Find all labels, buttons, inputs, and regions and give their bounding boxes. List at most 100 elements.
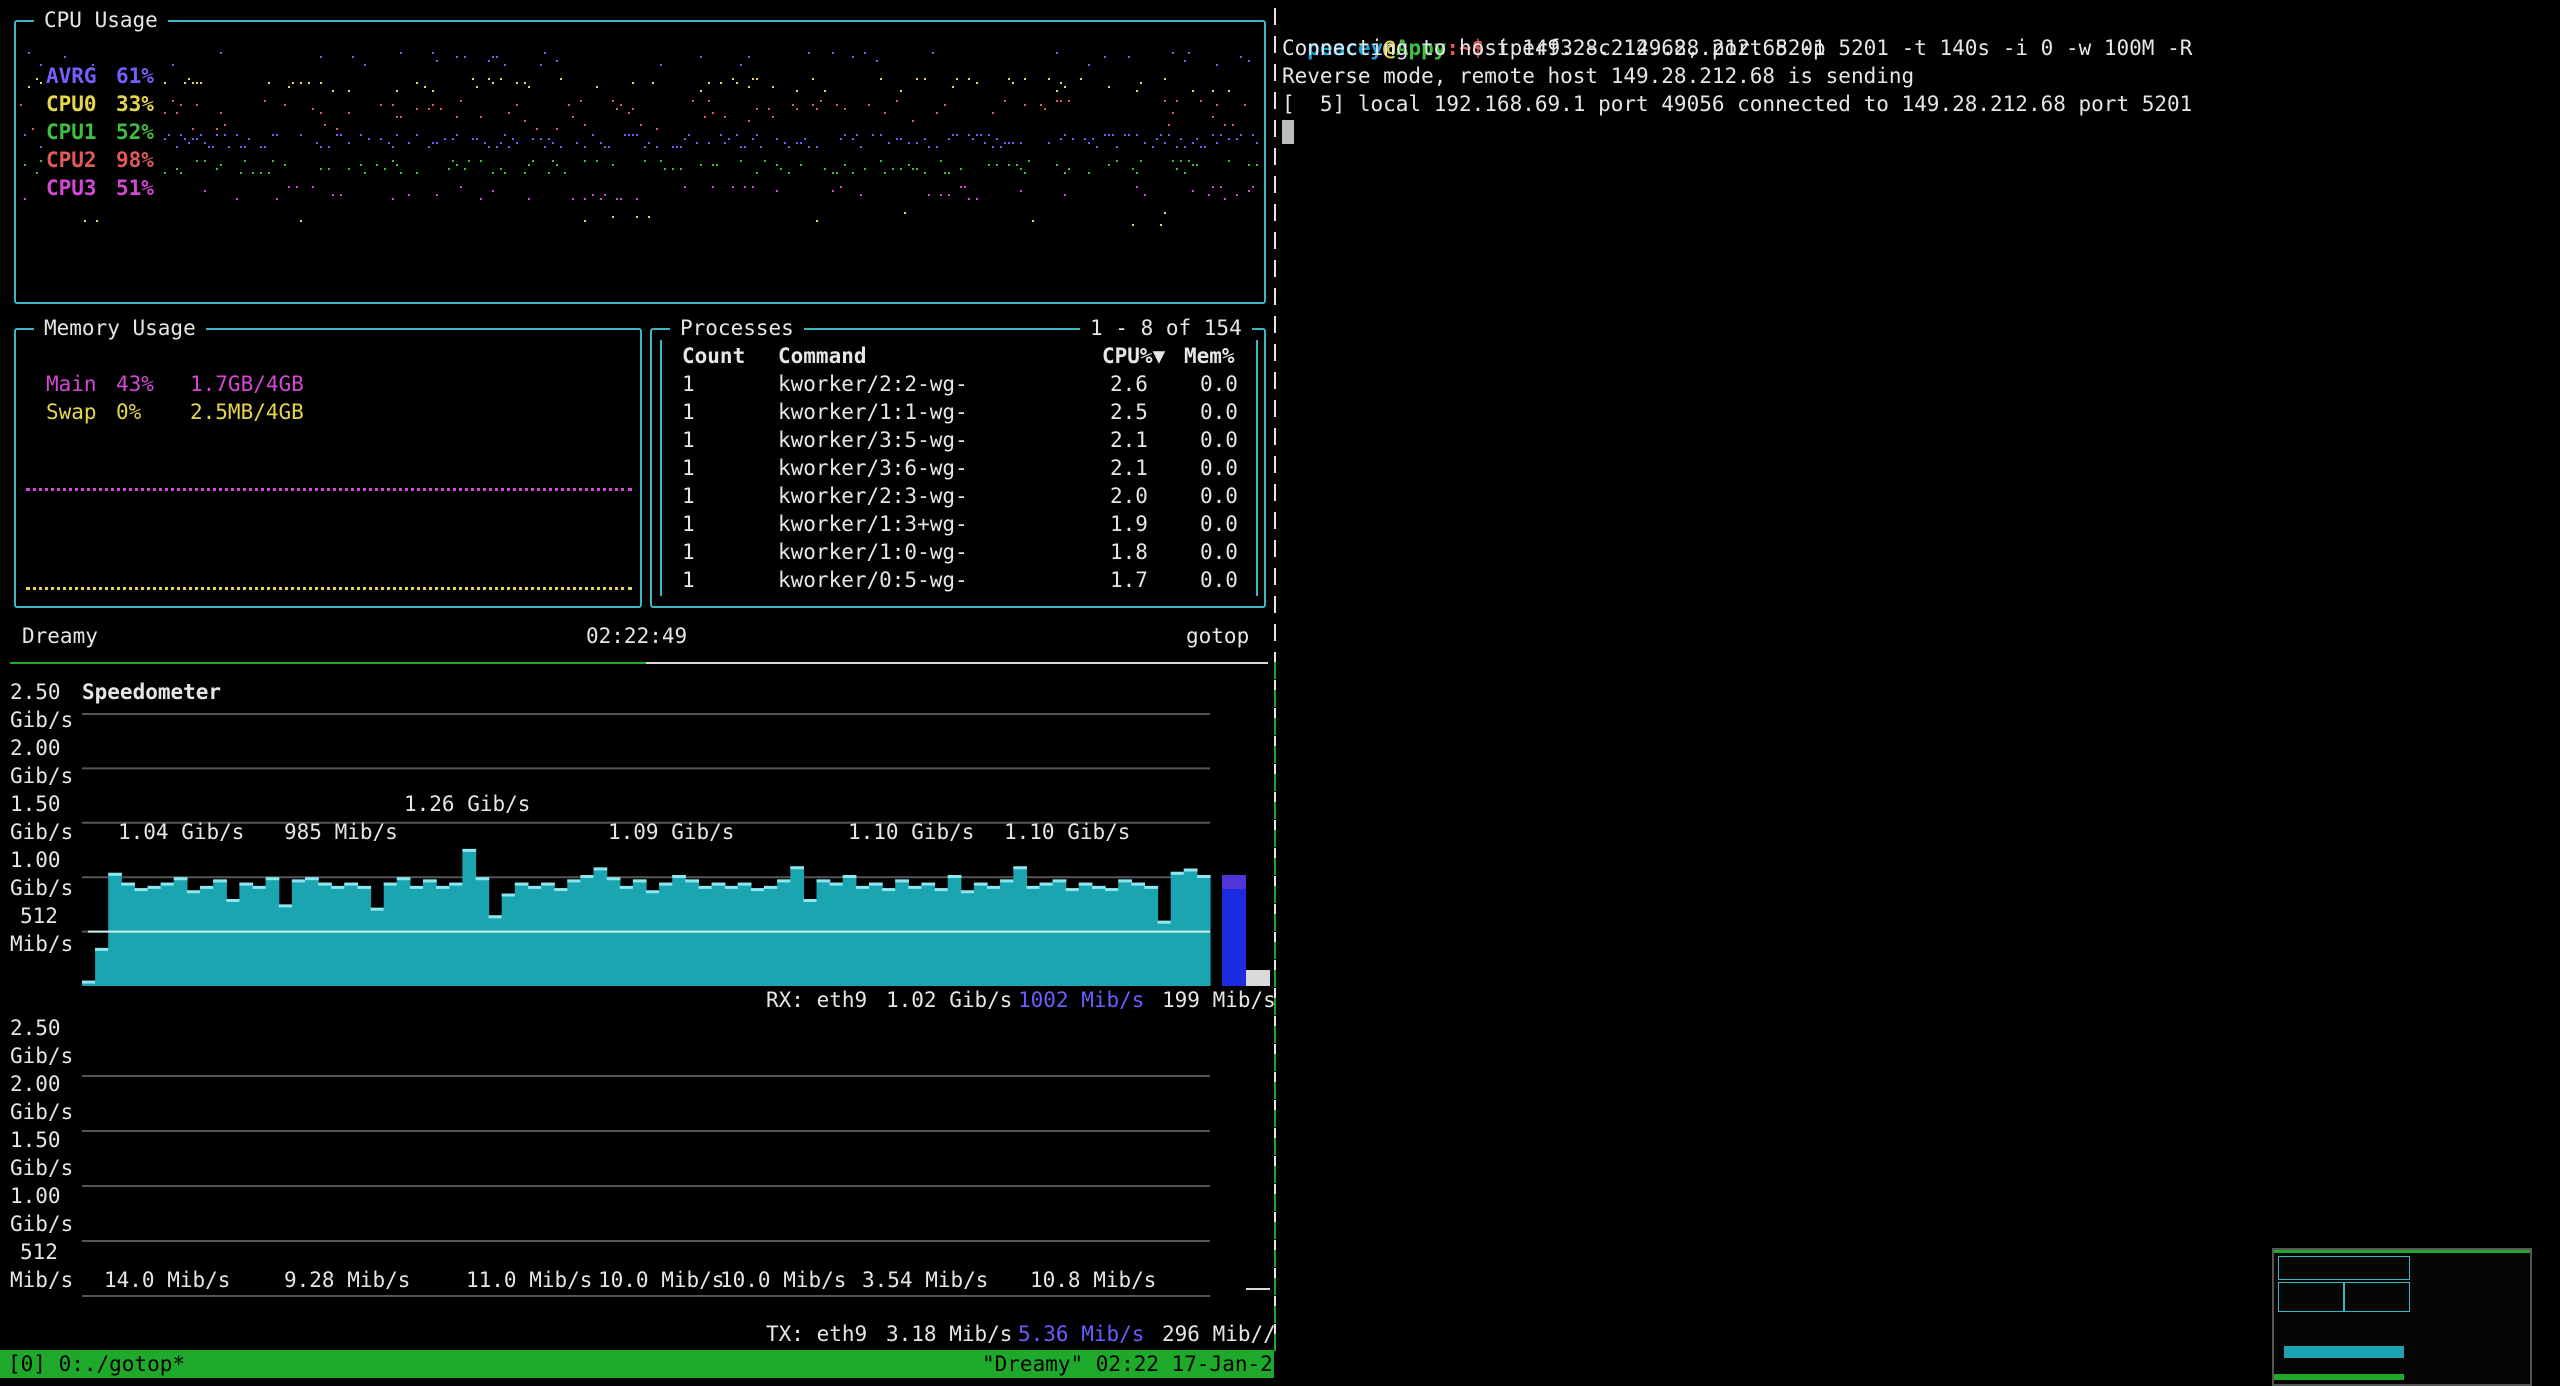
rx-bar xyxy=(1183,868,1198,986)
rx-bar xyxy=(344,882,358,986)
terminal-cursor[interactable] xyxy=(1282,120,1294,144)
rx-bar-cap xyxy=(134,888,149,892)
rx-bar-cap xyxy=(777,879,791,883)
window-thumbnail[interactable] xyxy=(2272,1248,2532,1386)
rx-bar xyxy=(685,879,699,986)
rx-bar-cap xyxy=(488,915,503,919)
rx-bar-cap xyxy=(960,890,975,894)
rx-bar-cap xyxy=(1170,871,1185,875)
rx-bar xyxy=(528,885,542,986)
pane-separator-green xyxy=(1274,662,1276,1352)
tx-peak-label: 11.0 Mib/s xyxy=(466,1268,593,1292)
rx-bar-cap xyxy=(803,899,818,902)
rx-bar-cap xyxy=(973,882,988,886)
rx-bar-cap xyxy=(514,882,529,886)
rx-bar xyxy=(1052,879,1067,986)
tx-peak-label: 10.0 Mib/s xyxy=(720,1268,847,1292)
rx-bar xyxy=(777,879,791,986)
rx-bar-cap xyxy=(528,885,542,889)
rx-bar-cap xyxy=(1000,879,1014,883)
rx-bar xyxy=(790,866,804,986)
rx-bar-cap xyxy=(423,879,437,883)
rx-bar-cap xyxy=(462,848,477,852)
rx-peak-label: 1.09 Gib/s xyxy=(608,820,735,844)
rx-bar xyxy=(318,882,332,986)
rx-bar-cap xyxy=(1065,888,1080,892)
tmux-window-list[interactable]: [0] 0:./gotop* xyxy=(8,1350,185,1378)
rx-bar xyxy=(1092,885,1106,986)
tx-average: 5.36 Mib/s xyxy=(1018,1322,1145,1346)
rx-bar xyxy=(580,875,595,986)
rx-bar-cap xyxy=(672,875,686,878)
rx-bar-cap xyxy=(213,879,227,883)
tx-current: 3.18 Mib/s xyxy=(886,1322,1013,1346)
tx-peak-label: 10.0 Mib/s xyxy=(598,1268,725,1292)
rx-bar xyxy=(619,885,634,986)
rx-bar xyxy=(252,885,267,986)
rx-bar xyxy=(1105,888,1119,986)
rx-iface-label: RX: eth9 xyxy=(766,988,868,1012)
rx-bar xyxy=(908,885,922,986)
rx-bar xyxy=(842,875,857,986)
rx-low-bar xyxy=(1246,970,1270,986)
rx-bar-cap xyxy=(1078,882,1093,886)
rx-bar-cap xyxy=(724,885,739,889)
rx-bar-cap xyxy=(921,882,936,886)
rx-bar xyxy=(409,885,424,986)
rx-bar-cap xyxy=(895,879,909,883)
rx-bar xyxy=(383,882,398,986)
rx-bar xyxy=(711,882,726,986)
rx-bar-cap xyxy=(305,877,319,881)
thumbnail-proc-box xyxy=(2344,1282,2410,1312)
rx-bar xyxy=(462,848,477,986)
rx-bar-cap xyxy=(1131,882,1145,886)
rx-bar xyxy=(750,888,765,986)
rx-bar xyxy=(855,885,870,986)
rx-bar xyxy=(554,888,568,986)
rx-bar-cap xyxy=(95,947,109,951)
rx-avg-bar xyxy=(1222,875,1246,890)
rx-bar xyxy=(147,885,162,986)
rx-bar-cap xyxy=(1183,868,1198,872)
rx-bar-cap xyxy=(239,882,254,886)
rx-bar xyxy=(514,882,529,986)
rx-bar-cap xyxy=(449,882,463,886)
tx-peak-label: 10.8 Mib/s xyxy=(1030,1268,1157,1292)
rx-bar xyxy=(698,885,713,986)
rx-bar xyxy=(541,882,555,986)
rx-bar xyxy=(947,875,962,986)
rx-bar-cap xyxy=(1105,888,1119,892)
rx-bar-cap xyxy=(987,885,1001,889)
rx-bar xyxy=(737,882,752,986)
thumbnail-top-bar xyxy=(2274,1250,2530,1253)
rx-bar-cap xyxy=(1052,879,1067,883)
rx-bar xyxy=(449,882,463,986)
rx-bar-cap xyxy=(200,885,214,889)
rx-bar xyxy=(331,885,345,986)
rx-bar-cap xyxy=(855,885,870,889)
terminal-output-line-3: [ 5] local 192.168.69.1 port 49056 conne… xyxy=(1282,92,2193,116)
rx-bar-cap xyxy=(226,899,240,902)
rx-bar xyxy=(764,885,778,986)
rx-bar xyxy=(1157,920,1172,986)
rx-bar xyxy=(226,899,240,986)
rx-bar-cap xyxy=(632,879,647,883)
rx-bar xyxy=(423,879,437,986)
rx-bar-cap xyxy=(1144,885,1159,889)
rx-bar-cap xyxy=(737,882,752,886)
rx-bar xyxy=(882,888,896,986)
rx-bar-cap xyxy=(764,885,778,889)
rx-bar-cap xyxy=(882,888,896,892)
rx-bar xyxy=(95,947,109,986)
rx-bar xyxy=(1170,871,1185,986)
rx-average: 1002 Mib/s xyxy=(1018,988,1145,1012)
rx-bar-cap xyxy=(711,882,726,886)
rx-bar-cap xyxy=(750,888,765,892)
rx-peak-label: 1.26 Gib/s xyxy=(404,792,531,816)
rx-bar-cap xyxy=(436,885,450,889)
rx-bar-cap xyxy=(1118,879,1132,883)
thumbnail-chart xyxy=(2284,1346,2404,1358)
rx-bar-cap xyxy=(173,877,188,881)
rx-bar xyxy=(921,882,936,986)
rx-bar xyxy=(134,888,149,986)
